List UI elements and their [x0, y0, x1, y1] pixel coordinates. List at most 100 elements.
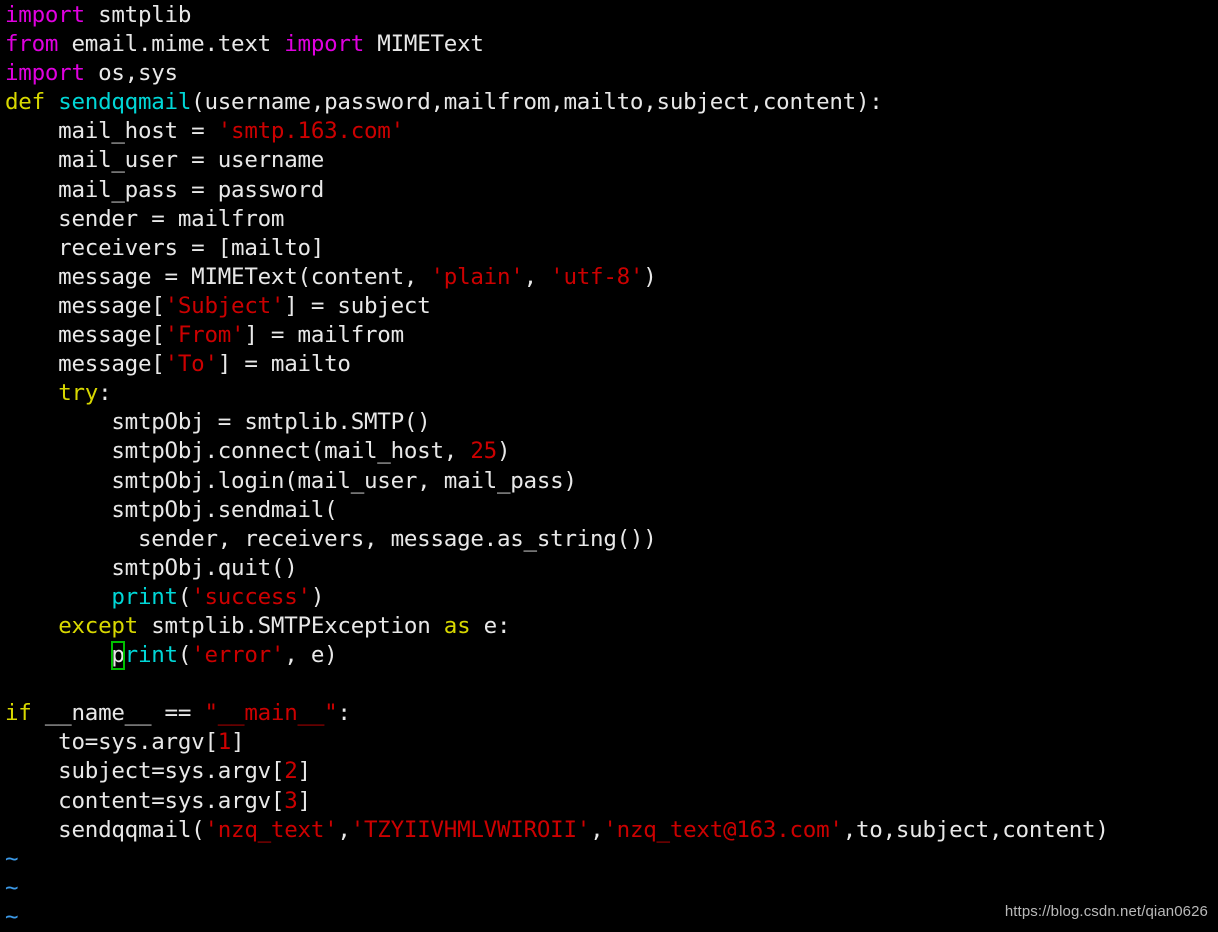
code-editor-buffer[interactable]: import smtplib from email.mime.text impor…	[5, 1, 1218, 932]
code-token: rint	[124, 642, 178, 669]
code-token: 'nzq_text@163.com'	[603, 816, 843, 843]
code-token: content=sys.argv[	[5, 787, 285, 814]
code-token: (	[177, 642, 192, 669]
code-token: ,	[523, 263, 551, 290]
code-token: 25	[470, 438, 497, 465]
code-token: ~	[5, 903, 19, 930]
code-token: ]	[297, 758, 312, 785]
code-line: smtpObj = smtplib.SMTP()	[5, 408, 1218, 437]
code-line: message['To'] = mailto	[5, 350, 1218, 379]
code-token: message = MIMEText(content,	[5, 263, 431, 290]
code-token: ] = mailfrom	[244, 322, 404, 349]
code-token: sender, receivers, message.as_string())	[5, 525, 657, 552]
code-token: 'smtp.163.com'	[217, 118, 404, 145]
code-token: ]	[231, 729, 245, 756]
code-token: smtpObj.connect(mail_host,	[5, 438, 471, 465]
code-token: try	[58, 380, 99, 407]
code-token: smtpObj.quit()	[5, 554, 298, 581]
code-line: if __name__ == "__main__":	[5, 699, 1218, 728]
text-cursor: p	[111, 641, 125, 671]
code-token: 'Subject'	[164, 292, 285, 319]
code-token: os,sys	[84, 60, 178, 87]
code-token: from	[5, 31, 59, 58]
code-line: ~	[5, 874, 1218, 903]
code-token: ,to,subject,content)	[842, 816, 1109, 843]
code-token: (username,password,mailfrom,mailto,subje…	[191, 89, 883, 116]
code-token: 'success'	[191, 583, 311, 610]
code-token: receivers = [mailto]	[5, 234, 325, 261]
code-token: 1	[217, 729, 232, 756]
code-token: :	[98, 380, 112, 407]
code-line: smtpObj.sendmail(	[5, 496, 1218, 525]
code-token: 'nzq_text'	[204, 816, 338, 843]
code-token: 'utf-8'	[550, 263, 644, 290]
code-token: sendqqmail	[58, 89, 192, 116]
code-line: import os,sys	[5, 59, 1218, 88]
code-line: smtpObj.connect(mail_host, 25)	[5, 437, 1218, 466]
code-line: sender = mailfrom	[5, 205, 1218, 234]
code-token: import	[5, 60, 85, 87]
code-token: smtpObj = smtplib.SMTP()	[5, 409, 431, 436]
terminal-window[interactable]: import smtplib from email.mime.text impor…	[0, 0, 1218, 930]
code-line: from email.mime.text import MIMEText	[5, 30, 1218, 59]
code-token: 3	[284, 787, 298, 814]
code-token: sender = mailfrom	[5, 205, 285, 232]
code-line: except smtplib.SMTPException as e:	[5, 612, 1218, 641]
code-token: 'To'	[164, 351, 218, 378]
code-line: message['From'] = mailfrom	[5, 321, 1218, 350]
code-token: 'From'	[164, 322, 245, 349]
code-token: smtplib	[84, 2, 192, 28]
code-line: print('success')	[5, 583, 1218, 612]
code-line: smtpObj.quit()	[5, 554, 1218, 583]
code-line: to=sys.argv[1]	[5, 728, 1218, 757]
code-token: except	[58, 612, 138, 639]
code-token: )	[496, 438, 511, 465]
code-line: def sendqqmail(username,password,mailfro…	[5, 88, 1218, 117]
code-token: if	[5, 700, 32, 727]
code-token: ,	[337, 816, 351, 843]
code-token: sendqqmail(	[5, 816, 205, 843]
code-token: MIMEText	[364, 31, 484, 58]
code-token: ] = subject	[284, 292, 431, 319]
code-line: mail_host = 'smtp.163.com'	[5, 117, 1218, 146]
code-token: :	[337, 700, 351, 727]
code-token: mail_user = username	[5, 147, 325, 174]
code-token: __name__ ==	[31, 700, 205, 727]
code-token: )	[310, 583, 325, 610]
code-line: ~	[5, 845, 1218, 874]
code-line: subject=sys.argv[2]	[5, 757, 1218, 786]
watermark-url: https://blog.csdn.net/qian0626	[1004, 903, 1208, 920]
code-token: 'error'	[191, 642, 285, 669]
code-token: )	[643, 263, 657, 290]
code-line: sender, receivers, message.as_string())	[5, 525, 1218, 554]
code-token: smtpObj.sendmail(	[5, 496, 338, 523]
code-token: ] = mailto	[217, 351, 351, 378]
code-token: 'plain'	[430, 263, 524, 290]
code-token: smtpObj.login(mail_user, mail_pass)	[5, 467, 577, 494]
code-line: import smtplib	[5, 1, 1218, 30]
code-token: "__main__"	[204, 700, 338, 727]
code-line: mail_pass = password	[5, 176, 1218, 205]
code-token: ,	[590, 816, 604, 843]
code-token: (	[177, 583, 192, 610]
code-token: mail_pass = password	[5, 176, 325, 203]
code-token: ~	[5, 845, 19, 872]
code-line: try:	[5, 379, 1218, 408]
code-token: smtplib.SMTPException	[137, 612, 444, 639]
code-token: print	[111, 583, 178, 610]
code-line: message = MIMEText(content, 'plain', 'ut…	[5, 263, 1218, 292]
code-token: 2	[284, 758, 298, 785]
code-line: sendqqmail('nzq_text','TZYIIVHMLVWIROII'…	[5, 816, 1218, 845]
code-token: subject=sys.argv[	[5, 758, 285, 785]
code-line: print('error', e)	[5, 641, 1218, 671]
code-token: message[	[5, 351, 165, 378]
code-line: receivers = [mailto]	[5, 234, 1218, 263]
code-token: as	[443, 612, 471, 639]
code-line: content=sys.argv[3]	[5, 787, 1218, 816]
code-token: def	[5, 89, 45, 116]
code-token: message[	[5, 292, 165, 319]
